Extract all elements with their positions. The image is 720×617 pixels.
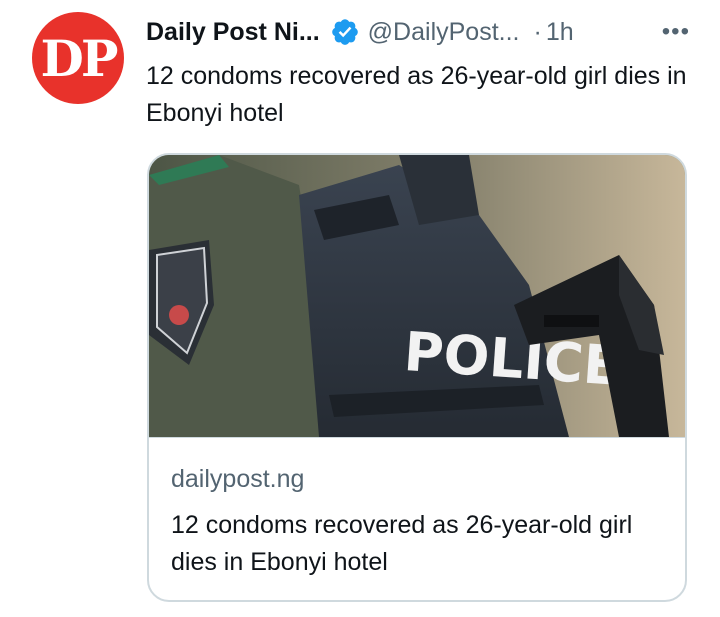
separator-dot: ·: [533, 17, 542, 46]
tweet-header: Daily Post Ni... @DailyPost... · 1h •••: [146, 14, 706, 50]
card-image[interactable]: POLICE: [149, 155, 685, 437]
card-title[interactable]: 12 condoms recovered as 26-year-old girl…: [171, 507, 671, 581]
tweet-timestamp[interactable]: 1h: [546, 18, 574, 47]
avatar[interactable]: DP: [32, 12, 124, 104]
tweet[interactable]: DP Daily Post Ni... @DailyPost... · 1h •…: [0, 0, 720, 617]
card-divider: [149, 437, 685, 438]
tweet-text: 12 condoms recovered as 26-year-old girl…: [146, 62, 687, 127]
card-domain: dailypost.ng: [171, 465, 305, 493]
verified-badge-icon: [330, 17, 360, 47]
author-display-name[interactable]: Daily Post Ni...: [146, 18, 320, 47]
more-horizontal-icon[interactable]: •••: [662, 14, 690, 50]
avatar-logo-text: DP: [40, 28, 119, 88]
link-card[interactable]: POLICE dailypost.ng 12 condoms recovered…: [147, 153, 687, 602]
author-handle[interactable]: @DailyPost...: [368, 18, 520, 47]
